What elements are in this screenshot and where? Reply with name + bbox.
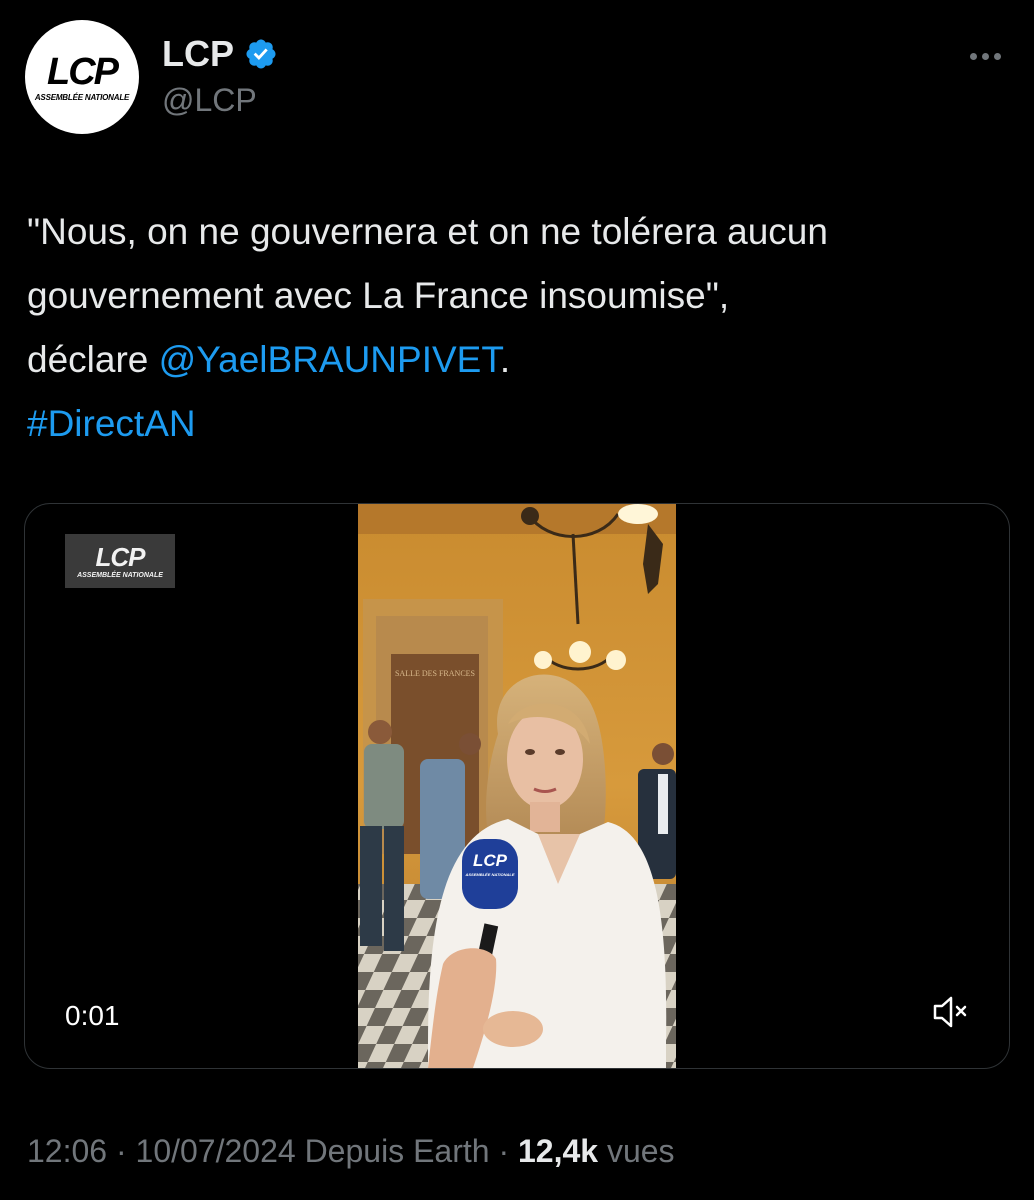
door-sign-text: SALLE DES FRANCES <box>395 669 475 678</box>
verified-badge-icon <box>246 39 276 69</box>
tweet-text-line-1: "Nous, on ne gouvernera et on ne tolérer… <box>27 211 828 252</box>
mic-logo-subtext: ASSEMBLÉE NATIONALE <box>464 872 514 877</box>
meta-separator: · <box>489 1133 518 1169</box>
tweet-date[interactable]: 10/07/2024 <box>136 1133 296 1169</box>
tweet-meta-row: 12:06 · 10/07/2024 Depuis Earth · 12,4k … <box>27 1133 675 1170</box>
tweet-text-line-4: #DirectAN <box>27 392 1012 456</box>
author-name-row: LCP <box>162 32 278 76</box>
tweet-text: "Nous, on ne gouvernera et on ne tolérer… <box>27 200 1012 456</box>
muted-speaker-icon[interactable] <box>931 994 971 1030</box>
tweet-source: Depuis Earth <box>304 1133 490 1169</box>
views-count: 12,4k <box>517 1133 599 1169</box>
more-options-button[interactable] <box>960 40 1010 72</box>
author-handle[interactable]: @LCP <box>162 82 257 119</box>
mention-link[interactable]: @YaelBRAUNPIVET <box>159 339 500 380</box>
author-avatar[interactable]: LCP ASSEMBLÉE NATIONALE <box>25 20 139 134</box>
video-watermark-logo: LCP ASSEMBLÉE NATIONALE <box>65 534 175 588</box>
avatar-logo-subtext: ASSEMBLÉE NATIONALE <box>34 92 130 102</box>
avatar-logo-text: LCP <box>47 50 119 93</box>
video-player[interactable]: LCP ASSEMBLÉE NATIONALE SALLE DES FRANCE… <box>24 503 1010 1069</box>
more-dot-icon <box>969 52 977 60</box>
author-display-name[interactable]: LCP <box>162 33 234 75</box>
tweet-text-period: . <box>499 339 511 380</box>
tweet-time[interactable]: 12:06 <box>27 1133 107 1169</box>
hashtag-link[interactable]: #DirectAN <box>27 403 196 444</box>
watermark-subtext: ASSEMBLÉE NATIONALE <box>77 571 163 579</box>
watermark-text: LCP <box>95 541 146 572</box>
tweet-text-declare: déclare <box>27 339 159 380</box>
more-dot-icon <box>981 52 989 60</box>
views-label: vues <box>606 1133 675 1169</box>
video-elapsed-time: 0:01 <box>65 1000 120 1031</box>
tweet-text-line-2: gouvernement avec La France insoumise", <box>27 275 730 316</box>
tweet-text-line-3: déclare @YaelBRAUNPIVET. <box>27 328 1012 392</box>
meta-separator: · <box>107 1133 136 1169</box>
mic-logo-text: LCP <box>473 851 508 870</box>
video-frame-image: SALLE DES FRANCES LCP ASSEMBLÉE NATIONAL… <box>358 504 676 1068</box>
more-dot-icon <box>993 52 1001 60</box>
